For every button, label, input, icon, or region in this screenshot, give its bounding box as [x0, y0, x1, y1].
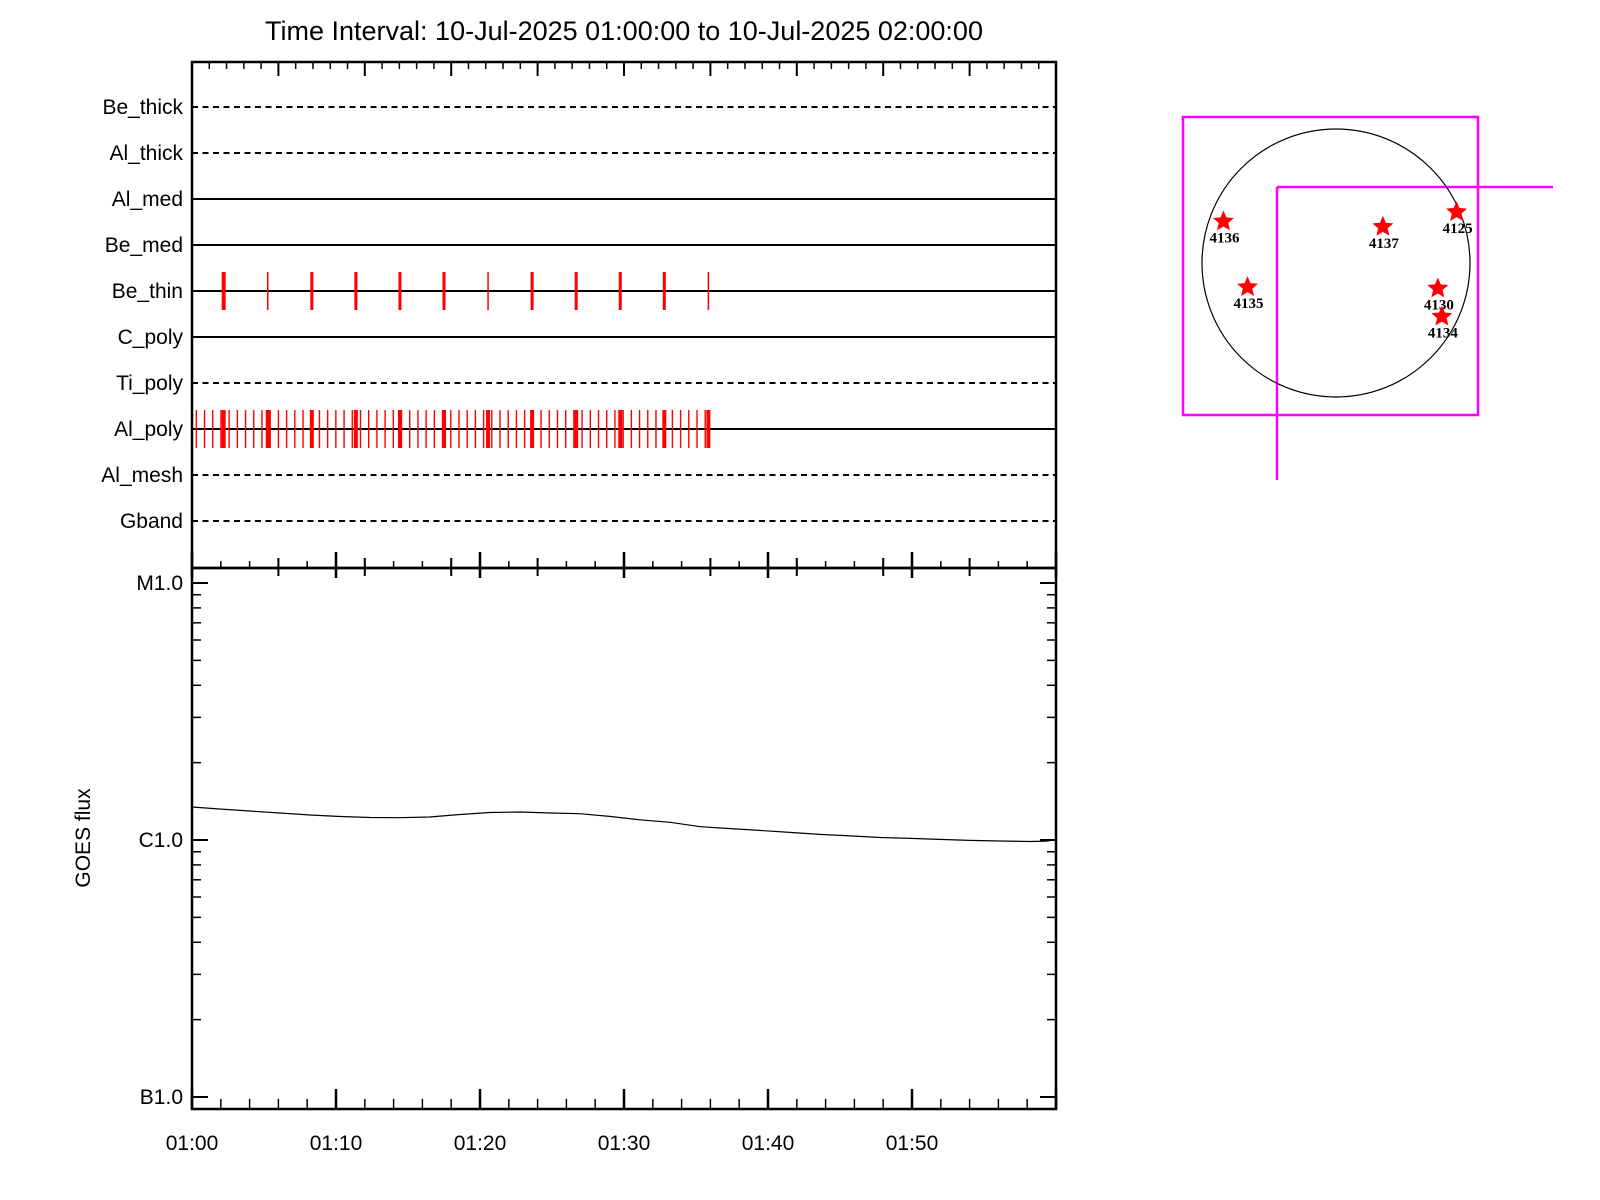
filter-label: Be_thick	[102, 96, 183, 119]
filter-label: Al_med	[112, 188, 183, 211]
active-region-4135: 4135	[1234, 276, 1264, 312]
goes-x-tick-label: 01:40	[742, 1132, 795, 1155]
timeline-frame	[190, 60, 1058, 570]
star-marker	[1237, 276, 1259, 297]
filter-row-Al_thick: Al_thick	[109, 142, 1056, 165]
filter-row-Ti_poly: Ti_poly	[116, 372, 1056, 395]
filter-label: Al_thick	[109, 142, 183, 165]
goes-x-tick-label: 01:00	[166, 1132, 219, 1155]
filter-label: Al_poly	[114, 418, 183, 441]
filter-row-Gband: Gband	[120, 510, 1056, 533]
star-marker	[1446, 201, 1468, 221]
plot-canvas: Be_thick Al_thick Al_med Be_med Be_thin C_pol…	[72, 60, 1553, 1155]
star-marker	[1427, 277, 1449, 298]
goes-ylabel: GOES flux	[72, 788, 95, 888]
active-region-4137: 4137	[1369, 215, 1400, 252]
goes-x-tick-label: 01:10	[310, 1132, 363, 1155]
star-marker	[1212, 210, 1234, 231]
filter-row-Al_poly: Al_poly	[114, 410, 1056, 448]
filter-row-Be_thin: Be_thin	[112, 272, 1056, 310]
filter-label: Ti_poly	[116, 372, 183, 395]
goes-y-minor-ticks	[192, 594, 1056, 1021]
filter-row-Al_med: Al_med	[112, 188, 1056, 211]
filter-row-Be_med: Be_med	[105, 234, 1056, 257]
filter-label: Be_med	[105, 234, 183, 257]
goes-x-tick-label: 01:20	[454, 1132, 507, 1155]
goes-panel: M1.0C1.0B1.001:00 01:10 01:20 01:30 01:40 01:…	[72, 566, 1058, 1155]
active-region-label: 4130	[1424, 297, 1454, 313]
solar-map: 4136 4137 4125 4135 4130 4134	[1181, 115, 1553, 480]
goes-y-tick-label: C1.0	[139, 829, 183, 852]
filter-timeline-panel: Be_thick Al_thick Al_med Be_med Be_thin C_pol…	[101, 60, 1058, 578]
active-region-4125: 4125	[1443, 201, 1473, 237]
goes-y-axis: M1.0 C1.0 B1.0	[136, 572, 1056, 1109]
goes-flux-curve	[191, 806, 1057, 843]
goes-y-tick-label: M1.0	[136, 572, 183, 595]
active-region-label: 4134	[1428, 326, 1459, 342]
active-region-4136: 4136	[1209, 210, 1240, 246]
goes-x-tick-label: 01:30	[598, 1132, 651, 1155]
active-region-label: 4125	[1443, 221, 1473, 237]
filter-label: Be_thin	[112, 280, 183, 303]
solar-disk	[1201, 128, 1471, 398]
active-region-label: 4135	[1234, 296, 1264, 312]
timeline-bottom-axis-ticks	[190, 552, 1058, 578]
goes-x-axis: 01:00 01:10 01:20 01:30 01:40 01:50	[166, 1089, 1058, 1155]
xrt-timeline-page: Time Interval: 10-Jul-2025 01:00:00 to 1…	[0, 0, 1600, 1200]
fov-outer-box	[1181, 115, 1480, 417]
active-region-4130: 4130	[1424, 277, 1454, 313]
goes-x-tick-label: 01:50	[886, 1132, 939, 1155]
active-region-label: 4136	[1209, 230, 1240, 246]
timeline-top-axis-ticks	[191, 62, 1057, 76]
filter-row-C_poly: C_poly	[118, 326, 1056, 349]
goes-y-tick-label: B1.0	[140, 1086, 183, 1109]
filter-label: C_poly	[118, 326, 184, 349]
filter-row-Be_thick: Be_thick	[102, 96, 1056, 119]
filter-label: Al_mesh	[101, 464, 183, 487]
active-region-label: 4137	[1369, 236, 1400, 252]
filter-row-Al_mesh: Al_mesh	[101, 464, 1056, 487]
filter-label: Gband	[120, 510, 183, 533]
star-marker	[1372, 215, 1394, 236]
